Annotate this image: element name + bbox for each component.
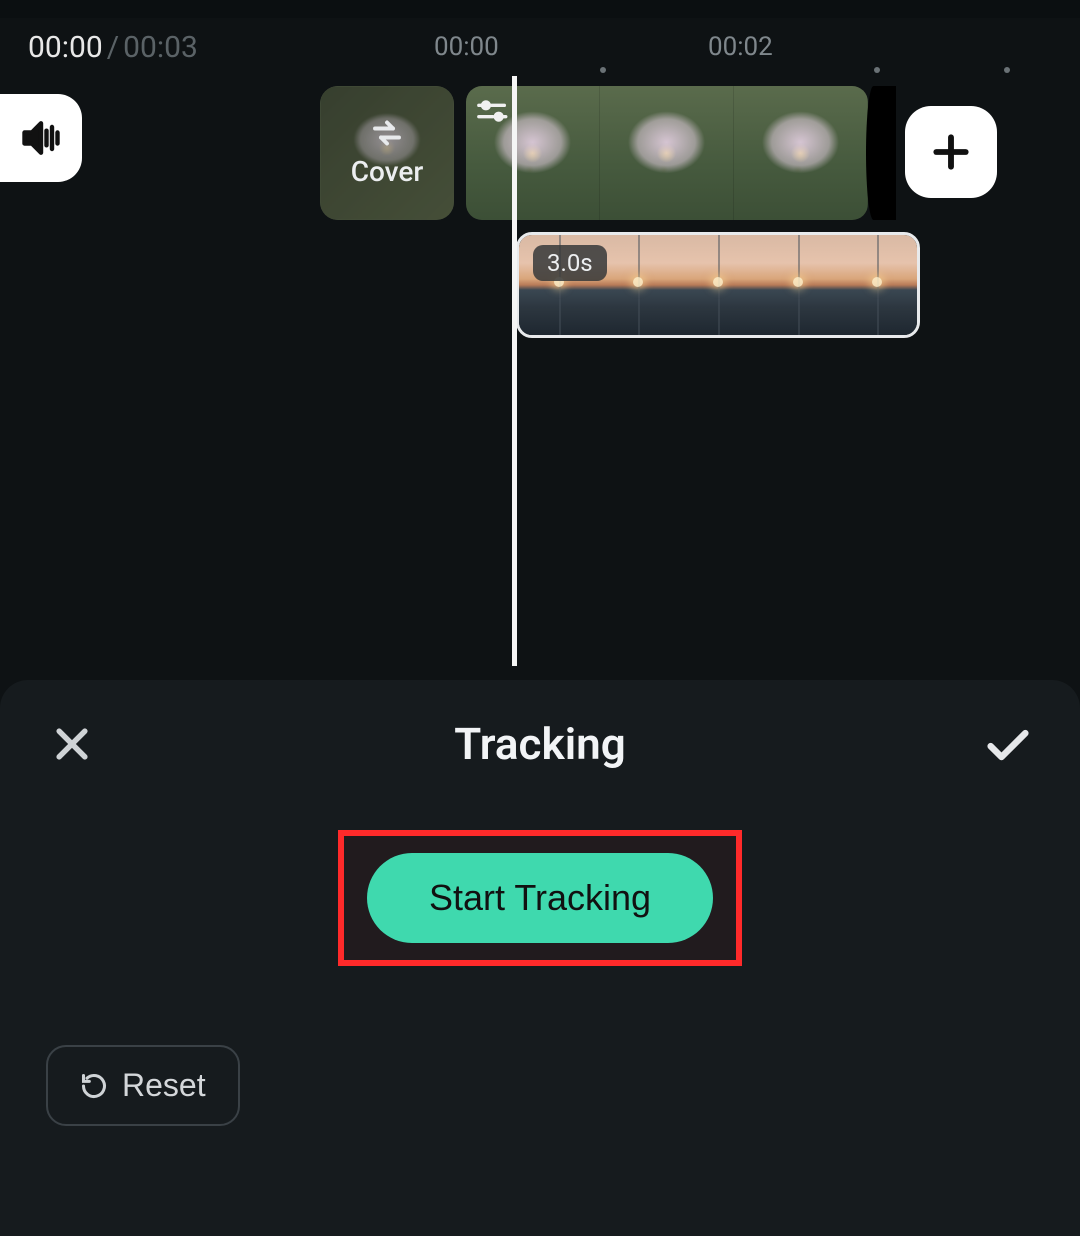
adjust-icon [476,94,510,128]
time-total: 00:03 [123,30,198,65]
panel-title: Tracking [454,718,625,770]
tracking-panel: Tracking Start Tracking Reset [0,680,1080,1236]
plus-icon [929,130,973,174]
ruler-dot [874,67,880,73]
clip-frame [734,86,868,220]
start-tracking-button[interactable]: Start Tracking [367,853,713,943]
swap-icon [369,119,405,147]
top-bar [0,0,1080,18]
reset-button[interactable]: Reset [46,1045,240,1126]
time-ruler: 00:00 / 00:03 00:00 00:02 [0,18,1080,76]
playhead[interactable] [512,76,517,666]
timeline-area[interactable]: Cover 3.0s [0,76,1080,680]
clip-frame [758,235,838,335]
ruler-dot [1004,67,1010,73]
duration-badge: 3.0s [533,245,607,281]
close-icon [50,722,94,766]
clip-frame [599,235,679,335]
confirm-button[interactable] [980,716,1036,772]
ruler-mark: 00:02 [708,32,773,62]
reset-label: Reset [122,1067,206,1104]
volume-icon [19,116,63,160]
tutorial-highlight: Start Tracking [338,830,742,966]
time-separator: / [107,30,119,65]
ruler-dot [600,67,606,73]
cover-button[interactable]: Cover [320,86,454,220]
cover-label: Cover [351,155,424,188]
clip-frame [678,235,758,335]
ruler-mark: 00:00 [434,32,499,62]
add-clip-button[interactable] [905,106,997,198]
check-icon [982,718,1034,770]
reset-icon [80,1072,108,1100]
clip-frame [837,235,917,335]
main-clip[interactable] [466,86,868,220]
volume-button[interactable] [0,94,82,182]
close-button[interactable] [44,716,100,772]
clip-frame [600,86,734,220]
time-current: 00:00 [28,30,103,65]
overlay-clip[interactable]: 3.0s [516,232,920,338]
clip-tail [866,86,896,220]
